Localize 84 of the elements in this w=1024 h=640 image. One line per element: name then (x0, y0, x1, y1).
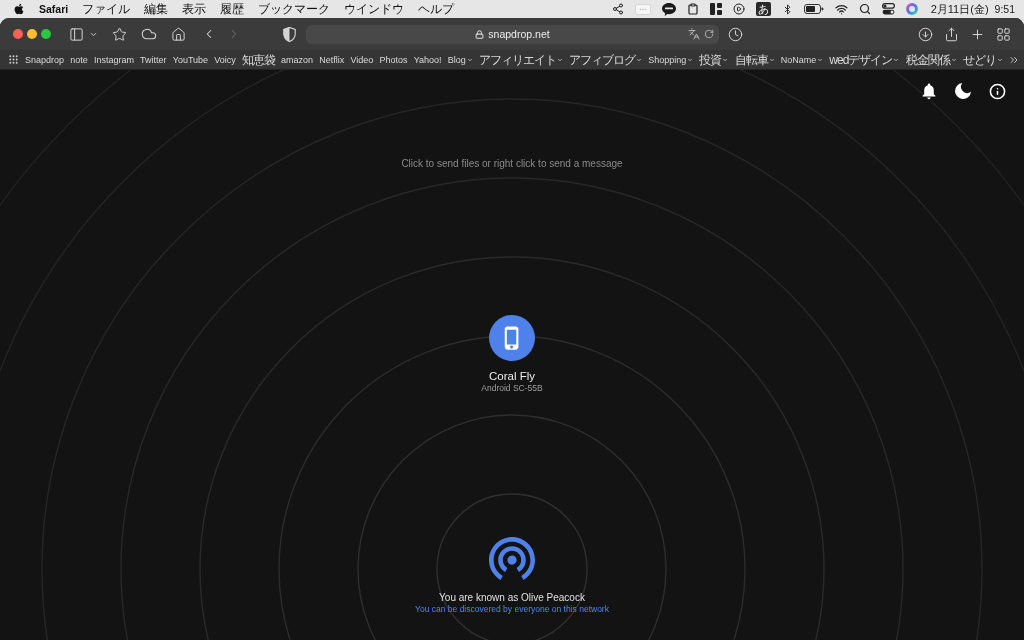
bookmark-link[interactable]: Netflix (319, 52, 345, 67)
bookmark-folder[interactable]: NoName (780, 52, 824, 67)
peer-device: Android SC-55B (481, 383, 543, 394)
info-icon[interactable] (989, 83, 1006, 100)
bookmark-folder[interactable]: せどり (962, 52, 1003, 67)
moon-icon[interactable] (955, 83, 971, 99)
menu-title[interactable]: ブックマーク (258, 2, 331, 16)
menu-title[interactable]: 表示 (182, 2, 207, 16)
translate-icon[interactable] (688, 28, 700, 40)
menu-title[interactable]: 編集 (144, 2, 169, 16)
grid-dots-icon[interactable] (8, 54, 19, 65)
bookmark-link[interactable]: Video (350, 52, 374, 67)
bell-icon[interactable] (921, 83, 937, 99)
bookmark-link[interactable]: YouTube (172, 52, 209, 67)
plus-icon[interactable] (970, 26, 985, 42)
chevron-down-icon (893, 56, 900, 63)
chevron-down-icon (996, 56, 1003, 63)
tabs-grid-icon[interactable] (996, 26, 1011, 42)
star-icon[interactable] (112, 26, 127, 42)
close-button[interactable] (13, 29, 23, 39)
play-circle-icon[interactable] (732, 3, 745, 15)
clipboard-icon[interactable] (686, 3, 699, 15)
lock-icon (475, 29, 485, 39)
address-text[interactable]: snapdrop.net (488, 28, 550, 40)
zoom-button[interactable] (41, 29, 51, 39)
chevron-down-icon (817, 56, 824, 63)
bookmark-link[interactable]: Voicy (214, 52, 236, 67)
cloud-icon[interactable] (141, 26, 157, 42)
bookmark-link[interactable]: note (70, 52, 88, 67)
bookmark-folder[interactable]: アフィリエイト (478, 52, 563, 67)
address-field[interactable]: snapdrop.net (306, 24, 719, 44)
menu-title[interactable]: ウインドウ (344, 2, 405, 16)
bookmark-link[interactable]: Yahoo! (413, 52, 442, 67)
bookmark-folder[interactable]: 税金関係 (905, 52, 957, 67)
home-icon[interactable] (171, 26, 186, 42)
search-icon[interactable] (858, 3, 871, 15)
chevron-down-icon (950, 56, 957, 63)
bookmark-folder[interactable]: Shopping (648, 52, 694, 67)
chevron-down-icon (687, 56, 694, 63)
battery-icon[interactable] (803, 4, 824, 14)
discovery-text: You can be discovered by everyone on this network (415, 604, 609, 615)
bookmark-folder[interactable]: Blog (447, 52, 473, 67)
shield-icon[interactable] (283, 26, 296, 42)
hint-text: Click to send files or right click to send a message (401, 158, 623, 170)
self-name-text: You are known as Olive Peacock (439, 592, 585, 604)
chevron-down-icon (466, 56, 473, 63)
dots-tile-icon[interactable] (634, 3, 651, 15)
peer-name: Coral Fly (489, 369, 535, 383)
clock-icon[interactable] (728, 26, 743, 42)
bookmark-link[interactable]: Twitter (140, 52, 167, 67)
download-icon[interactable] (918, 26, 933, 42)
bookmark-link[interactable]: 知恵袋 (241, 52, 275, 67)
color-orb-icon[interactable] (905, 3, 918, 15)
phone-avatar-icon[interactable] (489, 315, 535, 361)
date-text[interactable]: 2月11日(金) (930, 2, 989, 16)
bookmark-link[interactable]: amazon (281, 52, 314, 67)
bookmark-folder[interactable]: 投資 (699, 52, 729, 67)
window-layout-icon[interactable] (709, 3, 722, 15)
minimize-button[interactable] (27, 29, 37, 39)
app-menu[interactable]: Safari (39, 2, 69, 16)
bookmark-folder[interactable]: wedデザイン (829, 52, 900, 67)
bookmark-folder[interactable]: アフィブログ (569, 52, 642, 67)
reload-icon[interactable] (704, 29, 714, 39)
share-nodes-icon[interactable] (611, 3, 624, 15)
input-mode-indicator[interactable]: あ (755, 2, 771, 16)
time-text[interactable]: 9:51 (994, 2, 1015, 16)
chat-bubble-icon[interactable] (661, 2, 676, 16)
sidebar-icon[interactable] (69, 26, 84, 42)
chevron-down-icon (722, 56, 729, 63)
chevron-down-icon (768, 56, 775, 63)
bookmark-link[interactable]: Instagram (93, 52, 134, 67)
bookmark-link[interactable]: Photos (379, 52, 408, 67)
share-icon[interactable] (944, 26, 959, 42)
chevron-down-icon (636, 56, 642, 63)
toggles-icon[interactable] (881, 3, 895, 15)
apple-icon[interactable] (13, 3, 25, 15)
menu-title[interactable]: ヘルプ (418, 2, 455, 16)
menu-title[interactable]: ファイル (82, 2, 131, 16)
bookmark-link[interactable]: Snapdrop (25, 52, 65, 67)
wifi-icon[interactable] (834, 2, 848, 16)
menu-title[interactable]: 履歴 (220, 2, 245, 16)
chevron-down-icon (556, 56, 563, 63)
bookmark-folder[interactable]: 自転車 (734, 52, 775, 67)
signal-arcs-icon (489, 537, 535, 580)
